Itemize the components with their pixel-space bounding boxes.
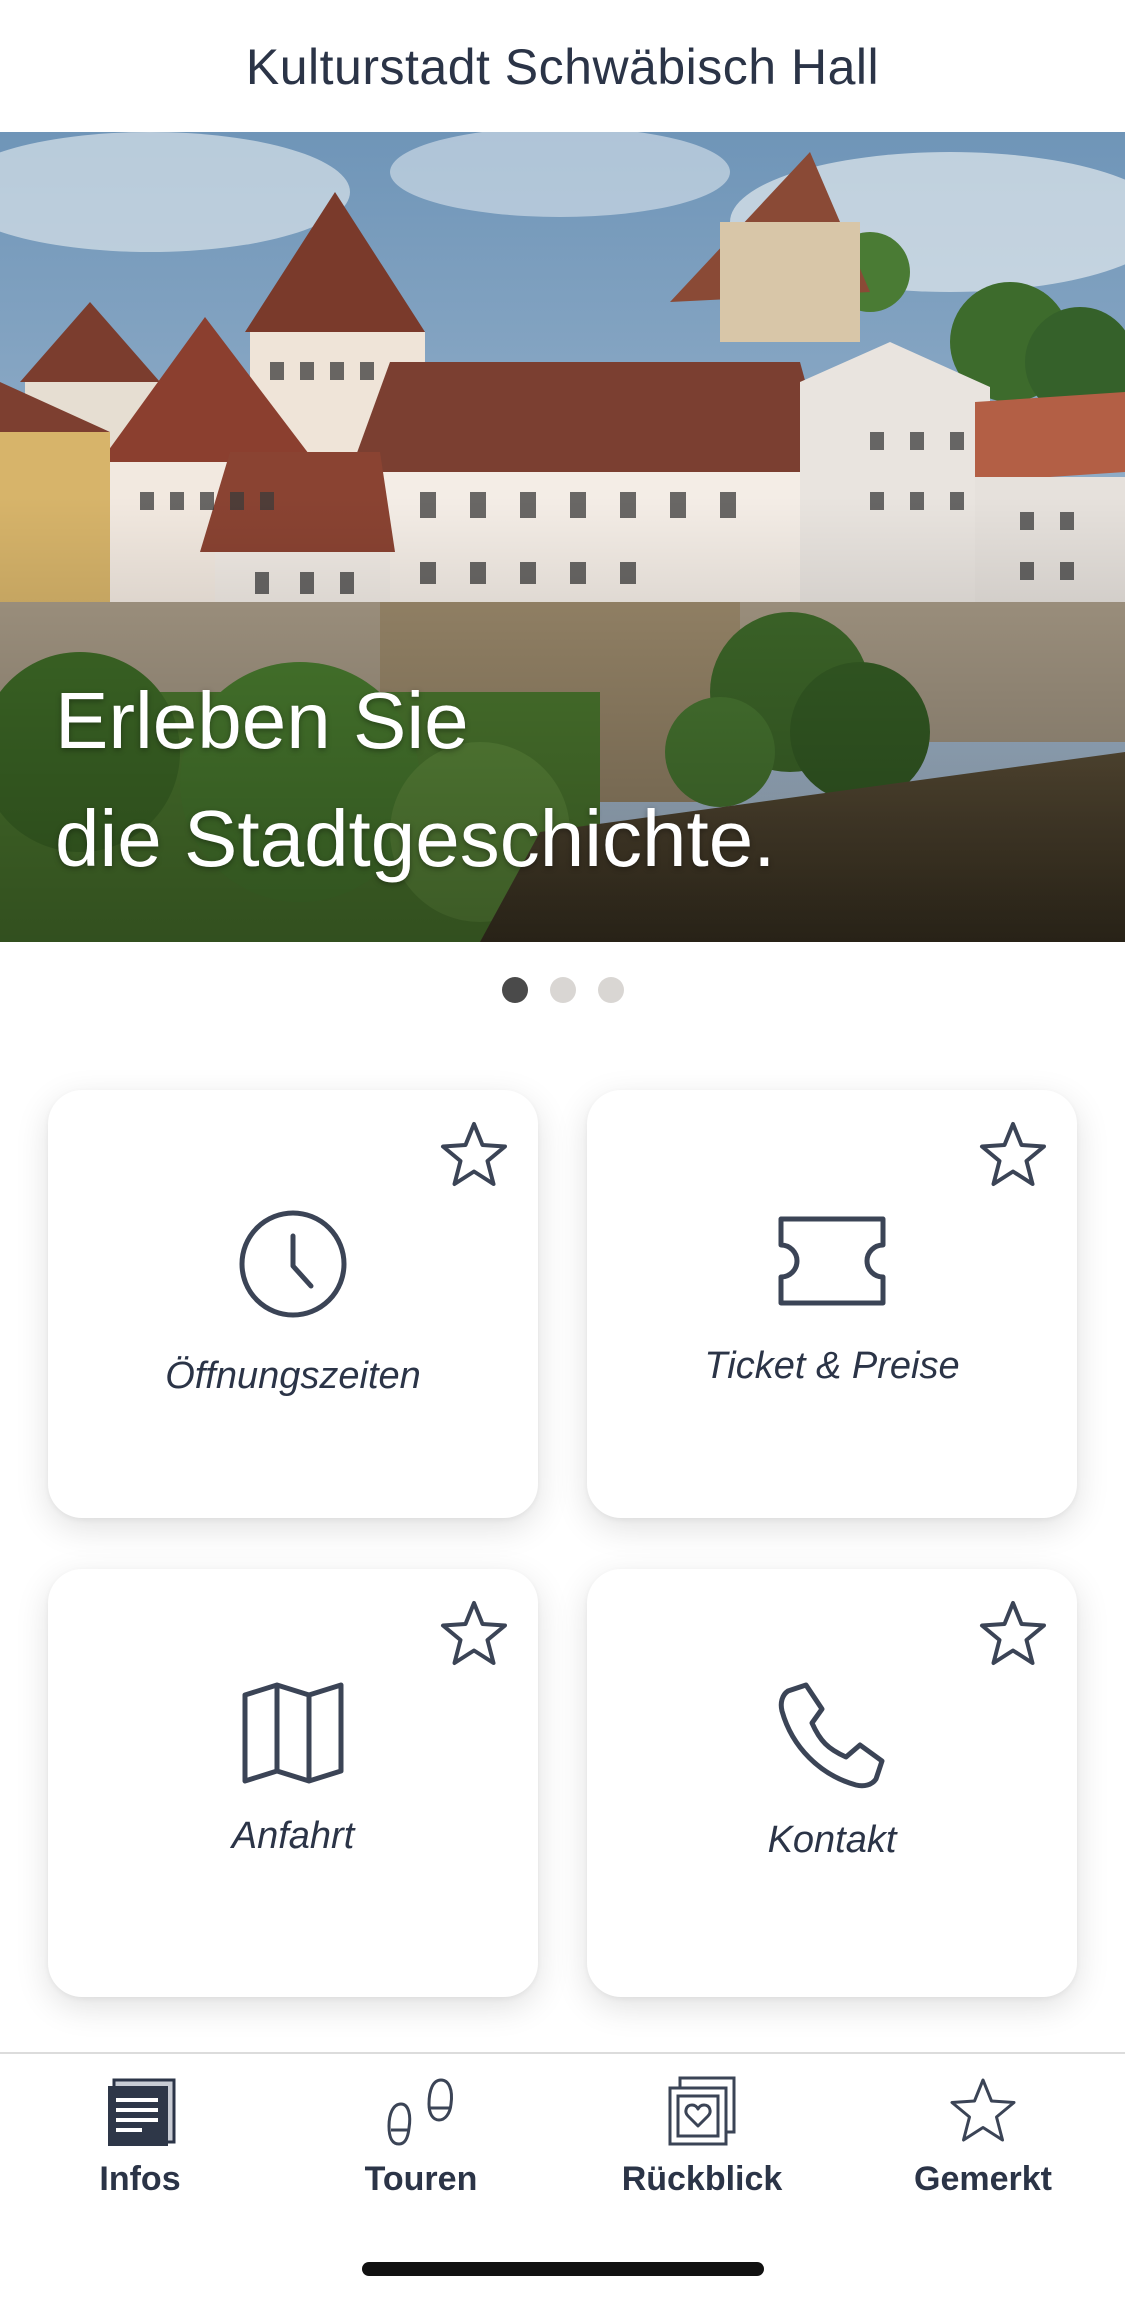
tile-kontakt[interactable]: Kontakt (587, 1569, 1077, 1997)
star-icon[interactable] (975, 1597, 1051, 1673)
tab-infos[interactable]: Infos (40, 2074, 240, 2199)
pager-dot-3[interactable] (597, 977, 624, 1003)
carousel-pager (0, 977, 1125, 1003)
document-icon (108, 2078, 176, 2146)
hero-carousel[interactable]: Erleben Sie die Stadtgeschichte. (0, 132, 1125, 942)
tile-label: Ticket & Preise (704, 1345, 960, 1387)
tile-label: Öffnungszeiten (165, 1355, 421, 1397)
tile-anfahrt[interactable]: Anfahrt (48, 1569, 538, 1997)
home-indicator[interactable] (362, 2262, 764, 2276)
tab-label: Infos (99, 2160, 181, 2198)
tab-label: Rückblick (621, 2160, 783, 2198)
tile-ticket-preise[interactable]: Ticket & Preise (587, 1090, 1077, 1518)
hero-line-1: Erleben Sie (55, 676, 469, 765)
tab-gemerkt[interactable]: Gemerkt (883, 2074, 1083, 2199)
app-header: Kulturstadt Schwäbisch Hall (0, 0, 1125, 132)
tab-touren[interactable]: Touren (321, 2074, 521, 2199)
tab-rueckblick[interactable]: Rückblick (602, 2074, 802, 2199)
pager-dot-1[interactable] (501, 977, 528, 1003)
pager-dot-2[interactable] (549, 977, 576, 1003)
tile-oeffnungszeiten[interactable]: Öffnungszeiten (48, 1090, 538, 1518)
tab-label: Touren (364, 2160, 478, 2198)
ticket-icon (778, 1216, 886, 1306)
hero-headline: Erleben Sie die Stadtgeschichte. (55, 662, 775, 898)
tile-label: Kontakt (767, 1819, 897, 1861)
phone-icon (778, 1682, 885, 1789)
star-icon (950, 2078, 1016, 2142)
page-title: Kulturstadt Schwäbisch Hall (245, 39, 880, 95)
star-icon[interactable] (436, 1597, 512, 1673)
tile-label: Anfahrt (231, 1815, 355, 1857)
tab-label: Gemerkt (914, 2160, 1052, 2198)
photo-heart-icon (668, 2076, 736, 2146)
map-icon (242, 1682, 344, 1784)
footprints-icon (387, 2078, 453, 2146)
clock-icon (239, 1210, 347, 1318)
hero-line-2: die Stadtgeschichte. (55, 794, 776, 883)
star-icon[interactable] (436, 1118, 512, 1194)
star-icon[interactable] (975, 1118, 1051, 1194)
